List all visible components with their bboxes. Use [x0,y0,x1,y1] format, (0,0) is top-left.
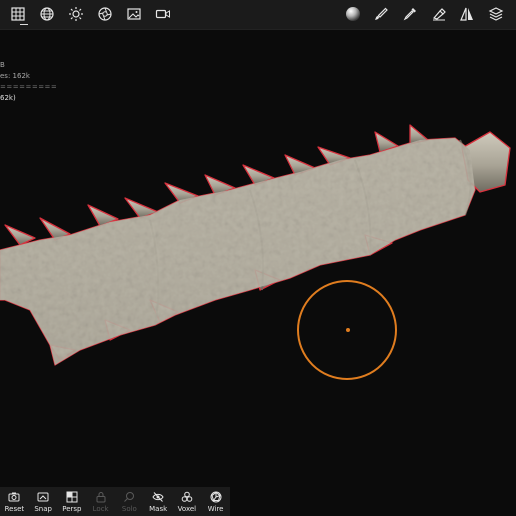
persp-label: Persp [62,505,82,513]
persp-button[interactable]: Persp [58,487,87,516]
sun-icon[interactable] [63,2,89,26]
video-camera-icon[interactable] [150,2,176,26]
camera-aperture-icon[interactable] [92,2,118,26]
brush-center-dot [346,328,350,332]
eye-slash-icon [152,492,164,502]
reset-label: Reset [4,505,25,513]
lock-button[interactable]: Lock [86,487,115,516]
snap-button[interactable]: Snap [29,487,58,516]
mask-button[interactable]: Mask [144,487,173,516]
reset-camera-icon [8,492,20,502]
voxel-button[interactable]: Voxel [173,487,202,516]
smudge-tool-icon[interactable] [426,2,452,26]
top-toolbar [0,0,516,30]
wire-label: Wire [207,505,224,513]
sphere-grid-icon[interactable] [34,2,60,26]
reset-button[interactable]: Reset [0,487,29,516]
material-sphere-icon[interactable] [340,2,366,26]
wire-button[interactable]: Wire [201,487,230,516]
voxel-icon [181,491,193,502]
symmetry-icon[interactable] [454,2,480,26]
lock-label: Lock [92,505,109,513]
layers-icon[interactable] [483,2,509,26]
sculpt-mesh [0,124,511,366]
voxel-label: Voxel [177,505,197,513]
mask-label: Mask [149,505,168,513]
brush-icon[interactable] [368,2,394,26]
wireframe-icon [210,491,222,503]
pipette-icon[interactable] [397,2,423,26]
lock-icon [96,492,106,503]
perspective-icon [66,491,78,503]
snap-icon [37,492,49,502]
magnifier-icon [124,492,135,502]
solo-button[interactable]: Solo [115,487,144,516]
snap-label: Snap [34,505,52,513]
active-indicator [20,24,28,25]
solo-label: Solo [121,505,137,513]
3d-viewport[interactable] [0,30,516,486]
image-icon[interactable] [121,2,147,26]
bottom-toolbar: Reset Snap Persp Lock Solo Mask Voxel Wi… [0,487,230,516]
grid-icon[interactable] [5,2,31,26]
